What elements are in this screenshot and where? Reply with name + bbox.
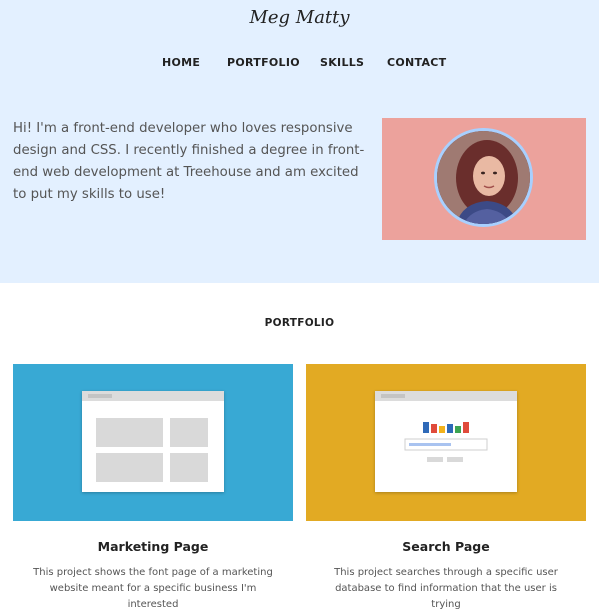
site-title[interactable]: Meg Matty: [0, 7, 599, 28]
nav-contact[interactable]: CONTACT: [387, 56, 446, 69]
browser-bar: [82, 391, 224, 401]
project-title-marketing[interactable]: Marketing Page: [13, 539, 293, 554]
intro-text: Hi! I'm a front-end developer who loves …: [13, 121, 365, 202]
nav-home[interactable]: HOME: [162, 56, 200, 69]
portfolio-heading: PORTFOLIO: [264, 317, 335, 329]
project-desc-marketing: This project shows the font page of a ma…: [33, 567, 273, 610]
project-title-search[interactable]: Search Page: [306, 539, 586, 554]
search-illustration: [404, 422, 488, 462]
project-card-marketing[interactable]: [13, 364, 293, 521]
avatar-portrait-icon: [437, 131, 530, 224]
project-card-search[interactable]: [306, 364, 586, 521]
profile-photo-box: [382, 118, 586, 240]
layout-block: [170, 453, 208, 482]
avatar: [434, 128, 533, 227]
hero-section: Meg Matty HOME PORTFOLIO SKILLS CONTACT …: [0, 0, 599, 283]
project-desc-search: This project searches through a specific…: [334, 567, 558, 610]
layout-block: [170, 418, 208, 447]
nav-skills[interactable]: SKILLS: [320, 56, 364, 69]
layout-block: [96, 453, 163, 482]
webpage-layout-icon: [82, 391, 224, 492]
layout-block: [96, 418, 163, 447]
search-page-icon: [375, 391, 517, 492]
nav-portfolio[interactable]: PORTFOLIO: [227, 56, 300, 69]
main-nav: HOME PORTFOLIO SKILLS CONTACT: [0, 56, 599, 72]
